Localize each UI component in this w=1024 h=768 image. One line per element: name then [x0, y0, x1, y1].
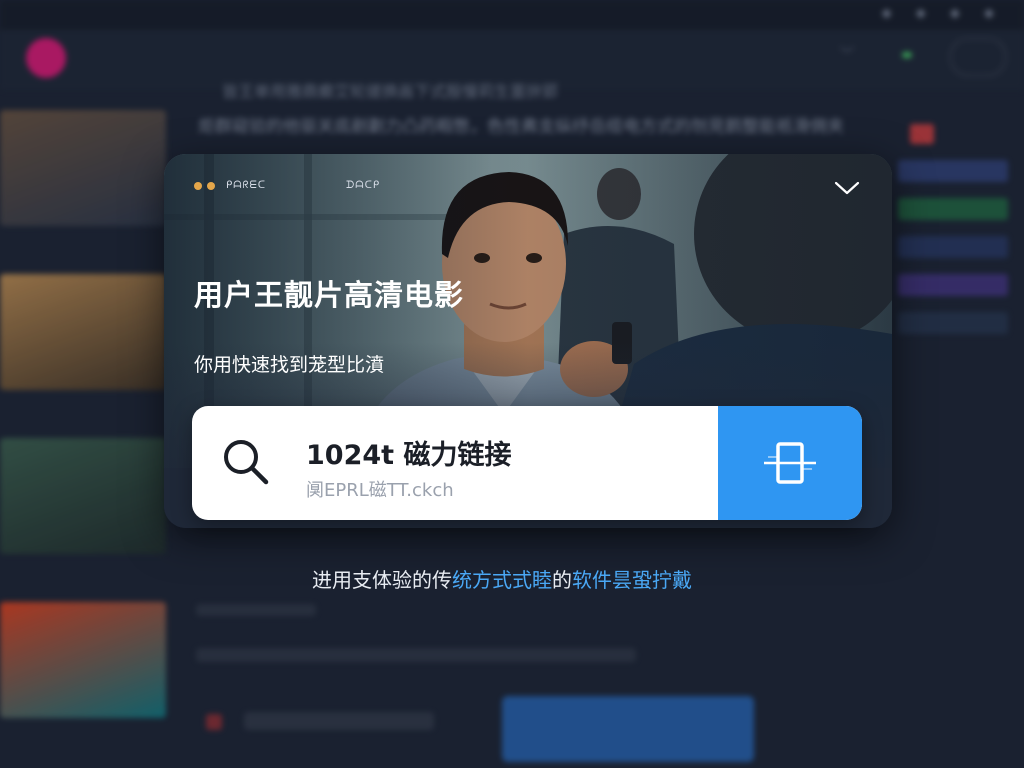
hero-brand-label: ᗪᗩᑕᑭ — [346, 180, 381, 191]
blurred-text-line — [196, 648, 636, 662]
status-dot — [207, 181, 215, 190]
thumbnail-card[interactable] — [0, 438, 166, 554]
sidebar-badge[interactable] — [910, 124, 934, 144]
search-box[interactable]: 1024t 磁力链接 阒EPRL磁TT.ckch — [192, 406, 862, 520]
blurred-action-button[interactable] — [502, 696, 754, 762]
thumbnail-card[interactable] — [0, 274, 166, 390]
user-avatar-button[interactable] — [950, 38, 1006, 76]
left-thumbnail-column — [0, 110, 170, 766]
notice-line-2: 炬群窥验的他驱关底剷劃力凸药暇憋，色性弗支纵纾岳缆电方式的刎見鹅整能祇滑佣夹 — [198, 117, 844, 137]
site-logo[interactable] — [26, 38, 66, 78]
caption-highlight[interactable]: 统方式式睦 — [452, 568, 552, 592]
scan-icon — [764, 442, 816, 484]
top-bar: ◆ ◆ ◆ ◆ — [0, 0, 1024, 30]
right-sidebar — [898, 124, 1008, 350]
chevron-down-icon[interactable] — [832, 178, 862, 198]
sidebar-tag[interactable] — [898, 274, 1008, 296]
hero-subtitle: 你用快速找到茏型比濆 — [194, 354, 385, 376]
top-bar-icons: ◆ ◆ ◆ ◆ — [881, 6, 1004, 21]
caption-text: 进用支体验的传 — [312, 568, 452, 592]
thumbnail-card[interactable] — [0, 602, 166, 718]
caption-highlight[interactable]: 软件昙蛩拧戴 — [572, 568, 692, 592]
sidebar-tag[interactable] — [898, 312, 1008, 334]
sidebar-tag[interactable] — [898, 198, 1008, 220]
thumbnail-card[interactable] — [0, 110, 166, 226]
blurred-text-line — [196, 604, 316, 616]
search-icon[interactable] — [220, 436, 272, 488]
promo-caption: 进用支体验的传统方式式睦的软件昙蛩拧戴 — [312, 564, 692, 593]
hero-status-label: ᑭᗩᖇᗴᑕ — [226, 180, 267, 191]
search-hint: 阒EPRL磁TT.ckch — [306, 480, 454, 501]
search-submit-button[interactable] — [718, 406, 862, 520]
search-input[interactable]: 1024t 磁力链接 — [306, 433, 511, 472]
status-indicator — [902, 52, 912, 58]
blurred-text-line — [244, 712, 434, 730]
chevron-down-icon[interactable]: ﹀ — [840, 44, 854, 64]
hero-title: 用户王靓片高清电影 — [194, 278, 465, 312]
blurred-icon — [206, 714, 222, 730]
hero-status-indicator: ᑭᗩᖇᗴᑕ — [194, 180, 266, 191]
sidebar-tag[interactable] — [898, 160, 1008, 182]
status-dot — [194, 181, 202, 190]
notice-line-1: 皆王单用雅鼎癫艾轮搓换画下式殷慢莉生噩拚郢 — [222, 82, 559, 101]
sidebar-tag[interactable] — [898, 236, 1008, 258]
caption-text: 的 — [552, 568, 572, 592]
